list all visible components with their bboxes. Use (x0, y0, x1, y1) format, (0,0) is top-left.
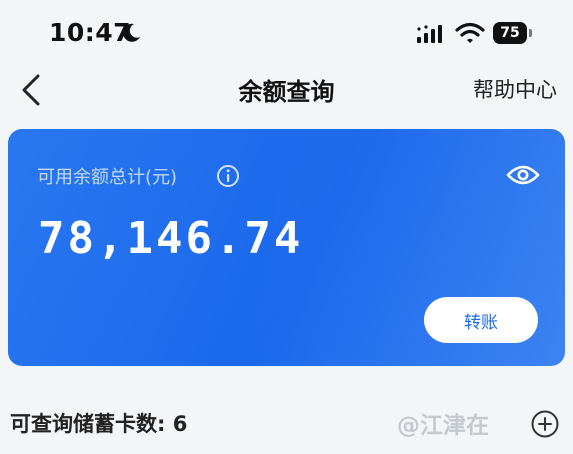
add-circle-icon[interactable] (530, 409, 560, 439)
savings-card-count: 可查询储蓄卡数: 6 (10, 412, 188, 436)
status-bar: 10:47 75 (0, 0, 573, 64)
balance-amount: 78,146.74 (38, 213, 304, 264)
battery-cap (529, 29, 532, 37)
info-icon[interactable] (216, 164, 240, 188)
balance-inquiry-page: 10:47 75 余额查询 帮助中心 可用余额总计(元) 78,146.74 转… (0, 0, 573, 454)
status-time: 10:47 (49, 18, 132, 47)
battery-level: 75 (493, 22, 527, 44)
nav-header: 余额查询 帮助中心 (0, 64, 573, 116)
watermark: @江津在 (397, 413, 489, 439)
moon-icon (123, 23, 140, 42)
help-center-link[interactable]: 帮助中心 (473, 74, 557, 104)
wifi-icon (455, 22, 485, 43)
signal-icon (417, 25, 442, 43)
eye-icon[interactable] (506, 163, 540, 187)
battery-icon: 75 (493, 22, 533, 44)
balance-card: 可用余额总计(元) 78,146.74 转账 (8, 129, 565, 366)
transfer-button[interactable]: 转账 (424, 297, 538, 343)
available-balance-label: 可用余额总计(元) (37, 167, 178, 188)
